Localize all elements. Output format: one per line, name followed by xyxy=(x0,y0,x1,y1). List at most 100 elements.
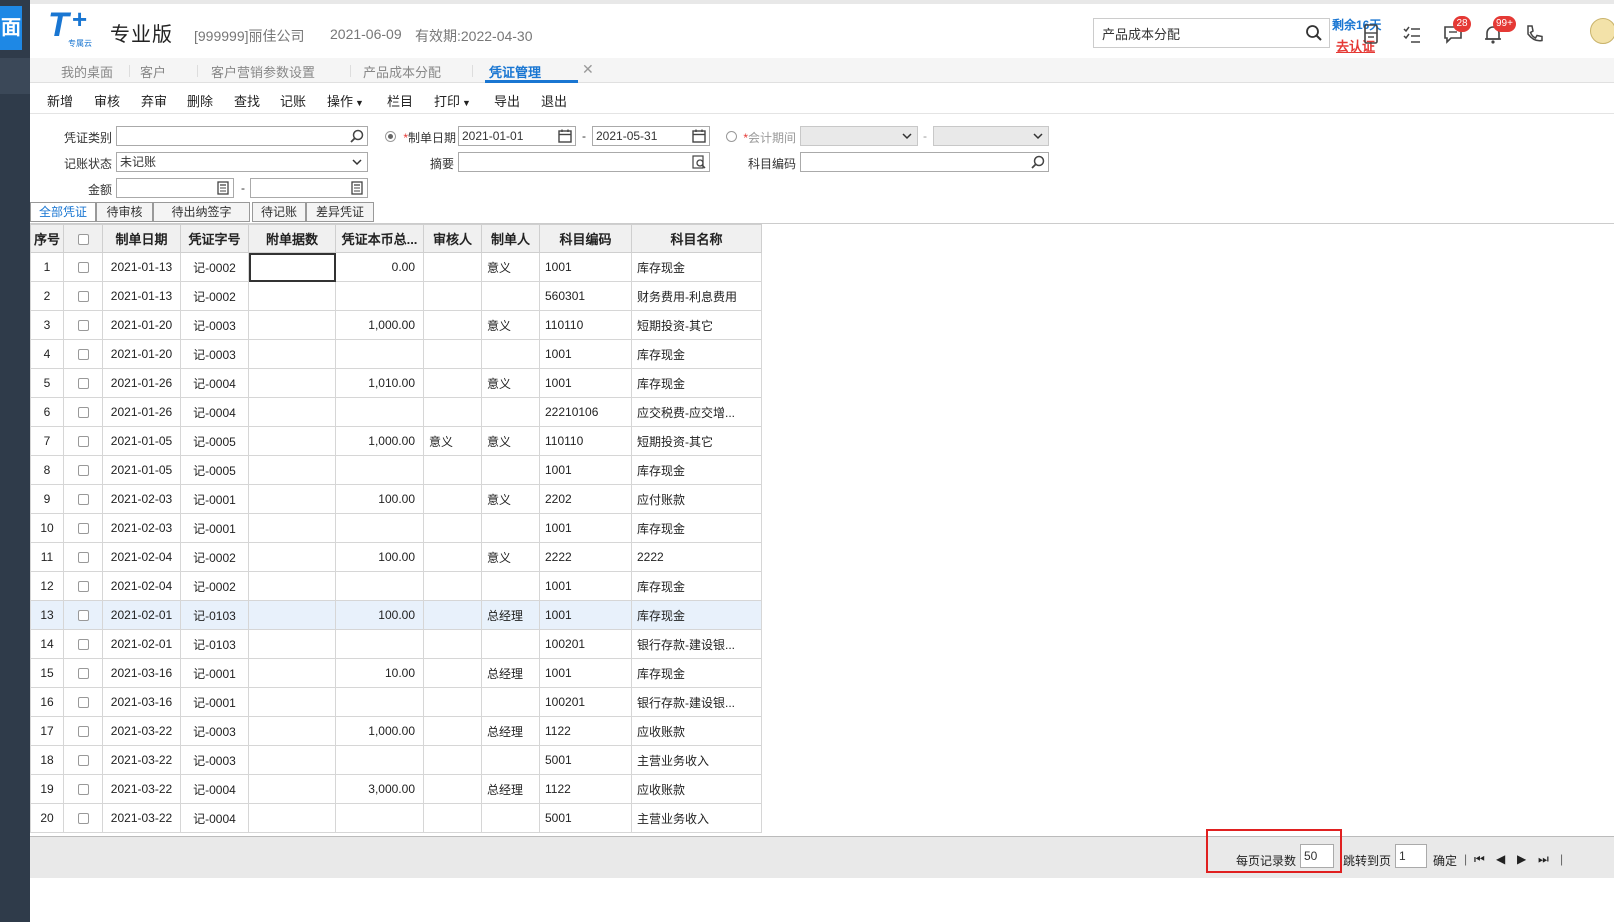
posting-status-select[interactable]: 未记账 xyxy=(116,152,368,172)
cell-maker[interactable]: 总经理 xyxy=(481,600,540,630)
cell-date[interactable]: 2021-01-05 xyxy=(102,455,181,485)
first-page-icon[interactable]: ⏮ xyxy=(1474,852,1485,867)
last-page-icon[interactable]: ⏭ xyxy=(1538,852,1549,867)
cell-account-name[interactable]: 库存现金 xyxy=(631,455,762,485)
table-row[interactable]: 4 2021-01-20 记-0003 1001 库存现金 xyxy=(30,339,762,369)
row-checkbox[interactable] xyxy=(77,262,89,274)
date-from-field[interactable]: 2021-01-01 xyxy=(458,126,576,146)
table-row[interactable]: 9 2021-02-03 记-0001 100.00 意义 2202 应付账款 xyxy=(30,484,762,514)
row-checkbox[interactable] xyxy=(77,320,89,332)
cell-seq[interactable]: 6 xyxy=(30,397,64,427)
filter-all-vouchers[interactable]: 全部凭证 xyxy=(30,202,96,222)
cell-total[interactable] xyxy=(335,745,424,775)
cell-select[interactable] xyxy=(63,252,103,282)
row-checkbox[interactable] xyxy=(77,407,89,419)
unaudit-button[interactable]: 弃审 xyxy=(141,91,167,110)
cell-attachments[interactable] xyxy=(248,310,336,340)
print-menu[interactable]: 打印 ▼ xyxy=(434,91,471,110)
cell-maker[interactable] xyxy=(481,629,540,659)
cell-maker[interactable]: 意义 xyxy=(481,484,540,514)
cell-select[interactable] xyxy=(63,629,103,659)
cell-account-name[interactable]: 库存现金 xyxy=(631,339,762,369)
checklist-icon[interactable] xyxy=(1401,23,1423,45)
cell-seq[interactable]: 1 xyxy=(30,252,64,282)
cell-select[interactable] xyxy=(63,716,103,746)
row-checkbox[interactable] xyxy=(77,639,89,651)
cell-total[interactable] xyxy=(335,571,424,601)
tab-desktop[interactable]: 我的桌面 xyxy=(61,62,113,81)
table-row[interactable]: 12 2021-02-04 记-0002 1001 库存现金 xyxy=(30,571,762,601)
cell-seq[interactable]: 14 xyxy=(30,629,64,659)
row-checkbox[interactable] xyxy=(77,291,89,303)
cell-account-code[interactable]: 5001 xyxy=(539,745,632,775)
lookup-icon[interactable] xyxy=(1030,154,1046,170)
cell-select[interactable] xyxy=(63,687,103,717)
tab-voucher-management[interactable]: 凭证管理 xyxy=(489,62,541,81)
cell-account-code[interactable]: 1001 xyxy=(539,513,632,543)
cell-seq[interactable]: 2 xyxy=(30,281,64,311)
calendar-icon[interactable] xyxy=(557,128,573,144)
cell-account-code[interactable]: 1001 xyxy=(539,368,632,398)
cell-account-name[interactable]: 应付账款 xyxy=(631,484,762,514)
export-button[interactable]: 导出 xyxy=(494,91,520,110)
cell-seq[interactable]: 10 xyxy=(30,513,64,543)
cell-total[interactable]: 100.00 xyxy=(335,600,424,630)
filter-pending-posting[interactable]: 待记账 xyxy=(252,202,306,222)
cell-attachments[interactable] xyxy=(248,426,336,456)
message-button[interactable]: 28 xyxy=(1442,16,1471,45)
cell-attachments[interactable] xyxy=(248,774,336,804)
row-checkbox[interactable] xyxy=(77,378,89,390)
cell-maker[interactable] xyxy=(481,803,540,833)
cell-auditor[interactable] xyxy=(423,629,482,659)
cell-account-code[interactable]: 22210106 xyxy=(539,397,632,427)
audit-button[interactable]: 审核 xyxy=(94,91,120,110)
cell-date[interactable]: 2021-02-04 xyxy=(102,542,181,572)
cell-seq[interactable]: 3 xyxy=(30,310,64,340)
cell-total[interactable] xyxy=(335,281,424,311)
cell-total[interactable] xyxy=(335,513,424,543)
cell-auditor[interactable] xyxy=(423,339,482,369)
cell-maker[interactable] xyxy=(481,745,540,775)
cell-auditor[interactable]: 意义 xyxy=(423,426,482,456)
table-row[interactable]: 6 2021-01-26 记-0004 22210106 应交税费-应交增... xyxy=(30,397,762,427)
cell-select[interactable] xyxy=(63,281,103,311)
cell-voucher-no[interactable]: 记-0002 xyxy=(180,252,249,282)
cell-auditor[interactable] xyxy=(423,745,482,775)
cell-attachments[interactable] xyxy=(248,600,336,630)
period-to-select[interactable] xyxy=(933,126,1049,146)
cell-seq[interactable]: 19 xyxy=(30,774,64,804)
cell-maker[interactable]: 总经理 xyxy=(481,774,540,804)
cell-date[interactable]: 2021-01-26 xyxy=(102,368,181,398)
cell-auditor[interactable] xyxy=(423,368,482,398)
cell-select[interactable] xyxy=(63,745,103,775)
cell-voucher-no[interactable]: 记-0004 xyxy=(180,368,249,398)
table-row[interactable]: 14 2021-02-01 记-0103 100201 银行存款-建设银... xyxy=(30,629,762,659)
cell-seq[interactable]: 5 xyxy=(30,368,64,398)
cell-voucher-no[interactable]: 记-0004 xyxy=(180,803,249,833)
cell-auditor[interactable] xyxy=(423,397,482,427)
table-row[interactable]: 1 2021-01-13 记-0002 0.00 意义 1001 库存现金 xyxy=(30,252,762,282)
lookup-icon[interactable] xyxy=(349,128,365,144)
post-button[interactable]: 记账 xyxy=(280,91,306,110)
cell-account-code[interactable]: 1001 xyxy=(539,252,632,282)
cell-total[interactable]: 1,000.00 xyxy=(335,310,424,340)
cell-maker[interactable] xyxy=(481,281,540,311)
cell-date[interactable]: 2021-01-13 xyxy=(102,252,181,282)
cell-maker[interactable]: 总经理 xyxy=(481,716,540,746)
cell-select[interactable] xyxy=(63,455,103,485)
cell-seq[interactable]: 9 xyxy=(30,484,64,514)
cell-attachments[interactable] xyxy=(248,339,336,369)
cell-date[interactable]: 2021-03-22 xyxy=(102,716,181,746)
cell-select[interactable] xyxy=(63,484,103,514)
cell-select[interactable] xyxy=(63,426,103,456)
cell-attachments[interactable] xyxy=(248,716,336,746)
cell-account-name[interactable]: 银行存款-建设银... xyxy=(631,687,762,717)
cell-date[interactable]: 2021-03-16 xyxy=(102,658,181,688)
confirm-button[interactable]: 确定 xyxy=(1433,852,1457,869)
cell-voucher-no[interactable]: 记-0002 xyxy=(180,542,249,572)
cell-attachments[interactable] xyxy=(248,803,336,833)
cell-maker[interactable] xyxy=(481,397,540,427)
table-row[interactable]: 15 2021-03-16 记-0001 10.00 总经理 1001 库存现金 xyxy=(30,658,762,688)
row-checkbox[interactable] xyxy=(77,610,89,622)
cell-date[interactable]: 2021-01-13 xyxy=(102,281,181,311)
